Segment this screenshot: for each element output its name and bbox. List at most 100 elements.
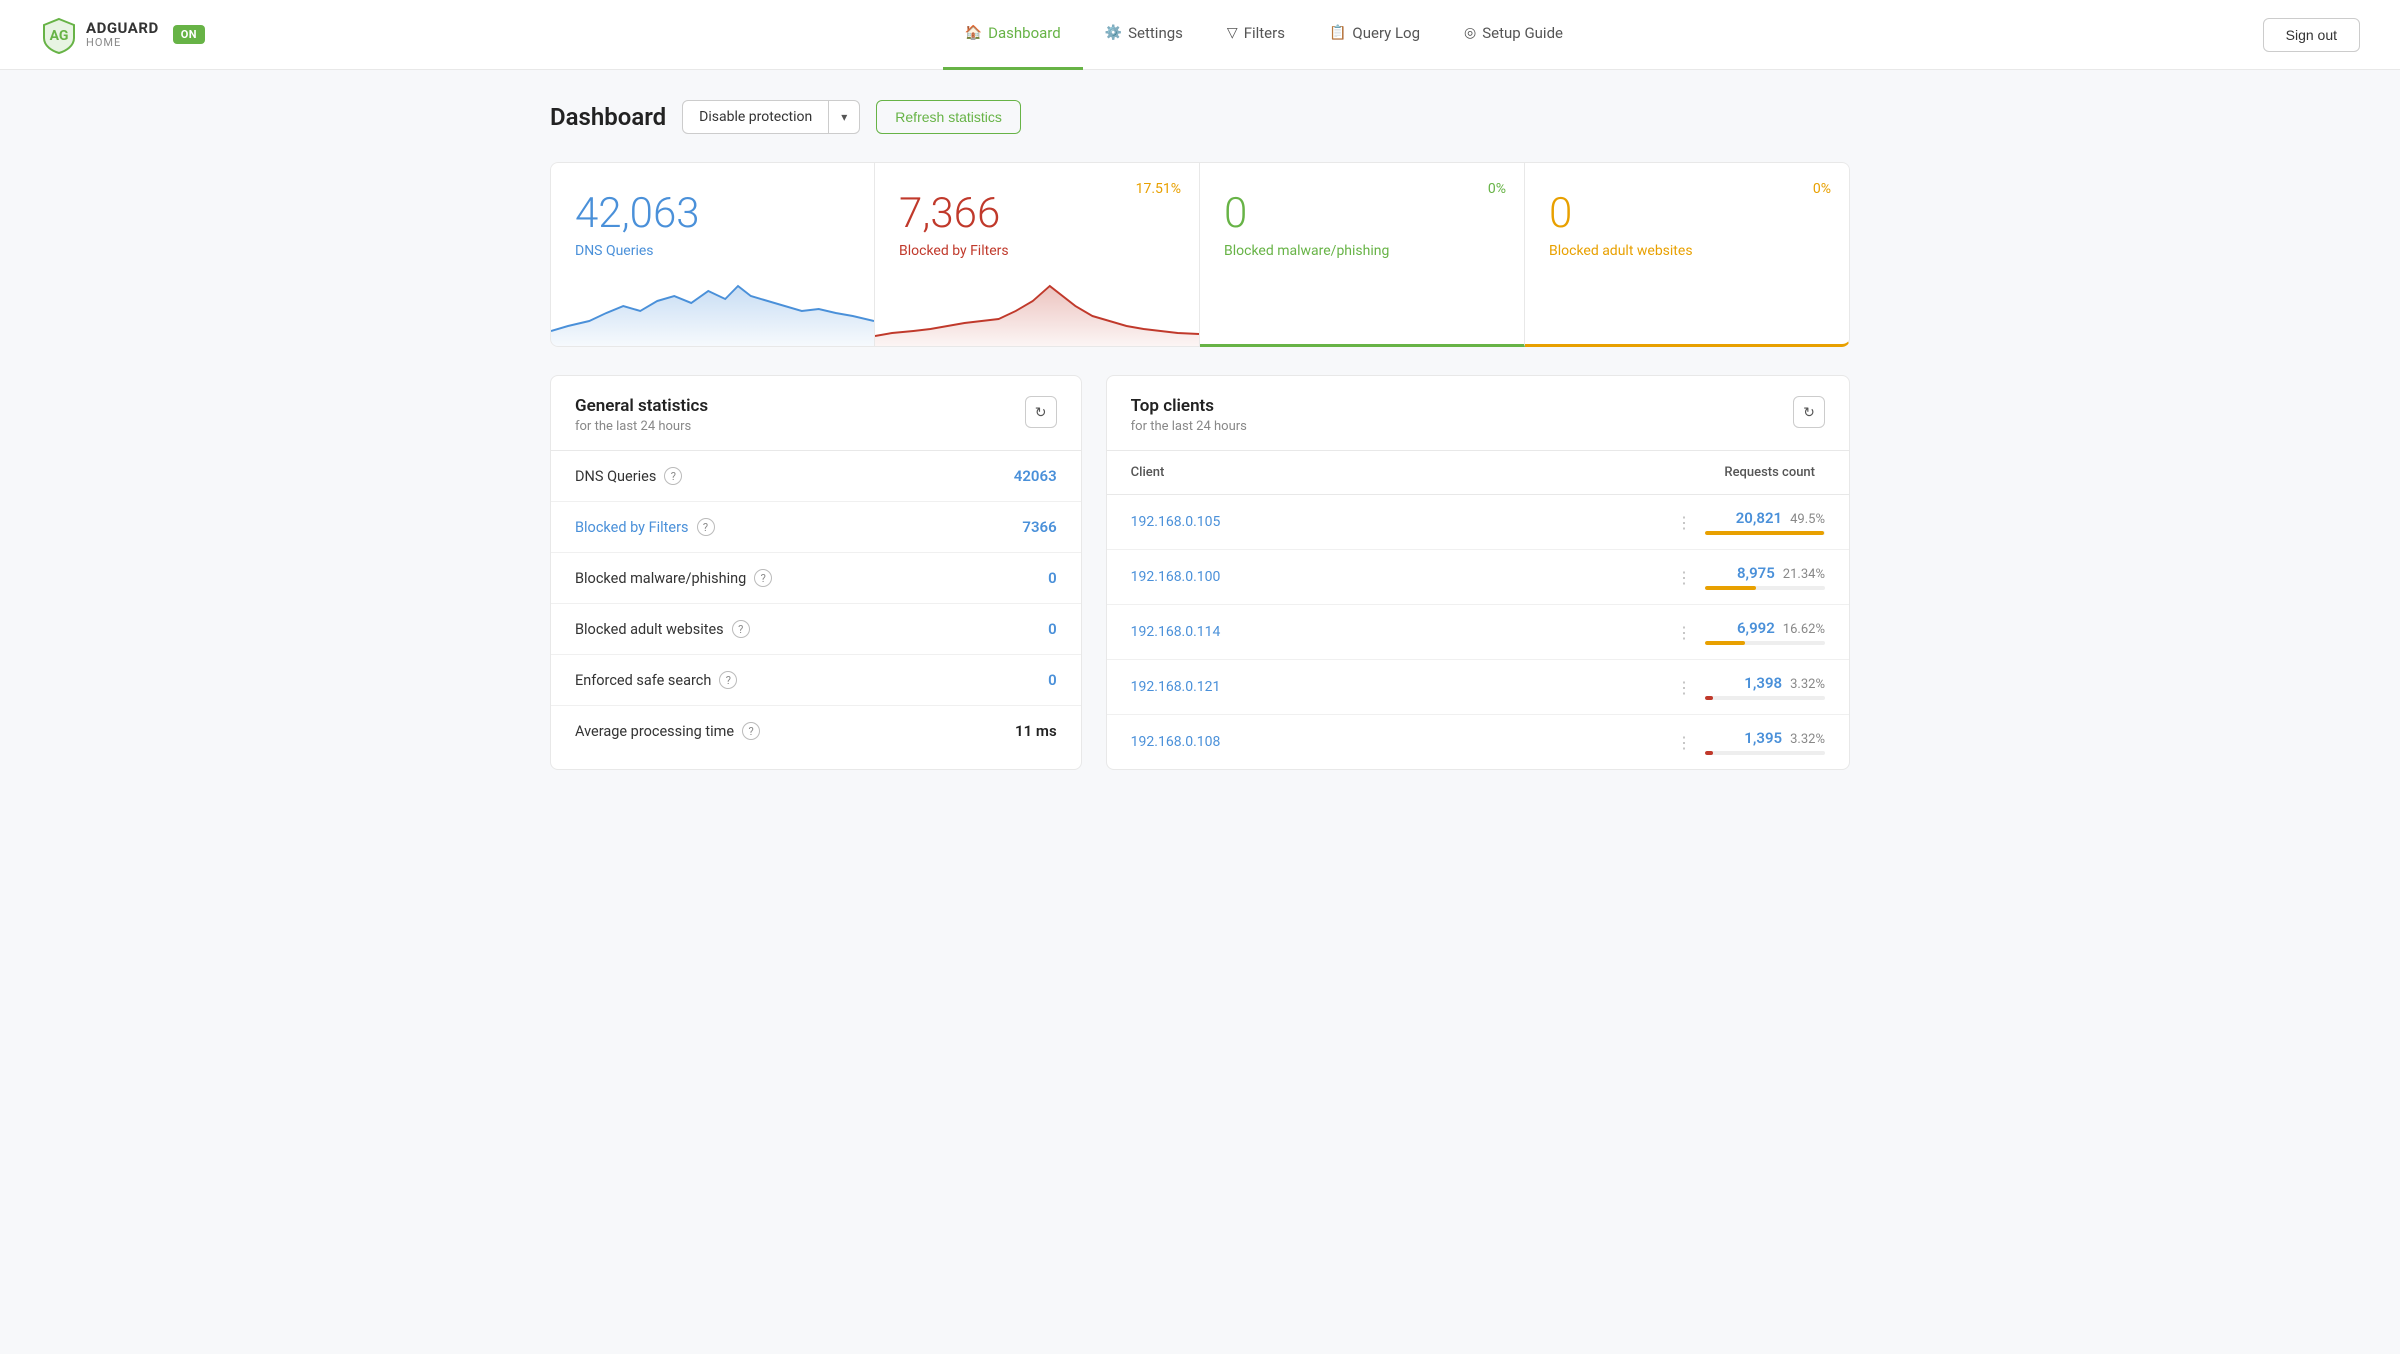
logo-area: AG ADGUARD HOME ON <box>40 16 205 54</box>
blocked-adult-label: Blocked adult websites <box>1549 243 1825 271</box>
stat-row: Enforced safe search ? 0 <box>551 655 1081 706</box>
stat-row: Blocked adult websites ? 0 <box>551 604 1081 655</box>
general-stats-refresh-button[interactable]: ↻ <box>1025 396 1057 428</box>
refresh-statistics-button[interactable]: Refresh statistics <box>876 100 1021 134</box>
client-count-area: 20,821 49.5% <box>1705 509 1825 535</box>
dns-queries-chart <box>551 271 874 346</box>
nav-filters-label: Filters <box>1244 24 1285 42</box>
header: AG ADGUARD HOME ON 🏠 Dashboard ⚙️ Settin… <box>0 0 2400 70</box>
top-clients-refresh-button[interactable]: ↻ <box>1793 396 1825 428</box>
blocked-filters-label: Blocked by Filters <box>899 243 1175 271</box>
help-icon[interactable]: ? <box>732 620 750 638</box>
client-menu-button[interactable]: ⋮ <box>1676 733 1693 752</box>
nav-dashboard[interactable]: 🏠 Dashboard <box>943 0 1083 70</box>
disable-protection-button[interactable]: Disable protection ▾ <box>682 100 860 134</box>
filters-icon: ▽ <box>1227 25 1238 41</box>
client-menu-button[interactable]: ⋮ <box>1676 623 1693 642</box>
stat-card-blocked-filters: 17.51% 7,366 Blocked by Filters <box>875 162 1200 347</box>
dns-queries-label: DNS Queries <box>575 243 850 271</box>
top-clients-panel: Top clients for the last 24 hours ↻ Clie… <box>1106 375 1850 770</box>
client-count-top: 20,821 49.5% <box>1736 509 1825 527</box>
client-bar-track <box>1705 751 1825 755</box>
client-bar-fill <box>1705 751 1713 755</box>
nav-filters[interactable]: ▽ Filters <box>1205 0 1307 70</box>
general-stats-title: General statistics <box>575 396 708 416</box>
client-ip[interactable]: 192.168.0.108 <box>1131 734 1664 750</box>
stat-row-label: Blocked malware/phishing ? <box>575 569 772 587</box>
stat-card-dns-queries: 42,063 DNS Queries <box>550 162 875 347</box>
help-icon[interactable]: ? <box>754 569 772 587</box>
stats-cards-grid: 42,063 DNS Queries 17.51% 7,366 <box>550 162 1850 347</box>
col-requests-label: Requests count <box>1724 465 1825 480</box>
stat-row-label: Average processing time ? <box>575 722 760 740</box>
general-stats-rows: DNS Queries ? 42063 Blocked by Filters ?… <box>551 451 1081 756</box>
client-menu-button[interactable]: ⋮ <box>1676 513 1693 532</box>
main-nav: 🏠 Dashboard ⚙️ Settings ▽ Filters 📋 Quer… <box>265 0 2263 70</box>
client-bar-fill <box>1705 586 1756 590</box>
query-log-icon: 📋 <box>1329 25 1346 41</box>
client-bar-fill <box>1705 641 1745 645</box>
page-content: Dashboard Disable protection ▾ Refresh s… <box>500 70 1900 800</box>
client-percent: 16.62% <box>1783 622 1825 637</box>
help-icon[interactable]: ? <box>664 467 682 485</box>
client-count-area: 1,395 3.32% <box>1705 729 1825 755</box>
setup-guide-icon: ◎ <box>1464 25 1476 41</box>
client-ip[interactable]: 192.168.0.105 <box>1131 514 1664 530</box>
client-percent: 3.32% <box>1790 677 1825 692</box>
blocked-filters-percentage: 17.51% <box>1136 181 1181 197</box>
stat-row-label: Blocked adult websites ? <box>575 620 750 638</box>
stat-row-value: 42063 <box>1014 467 1057 485</box>
dashboard-icon: 🏠 <box>965 25 982 41</box>
stat-row-label[interactable]: Blocked by Filters ? <box>575 518 715 536</box>
nav-query-log-label: Query Log <box>1352 24 1420 42</box>
client-row: 192.168.0.108 ⋮ 1,395 3.32% <box>1107 715 1849 769</box>
client-row: 192.168.0.100 ⋮ 8,975 21.34% <box>1107 550 1849 605</box>
client-count: 1,395 <box>1744 729 1782 747</box>
nav-setup-guide[interactable]: ◎ Setup Guide <box>1442 0 1585 70</box>
client-menu-button[interactable]: ⋮ <box>1676 678 1693 697</box>
stat-row: Average processing time ? 11 ms <box>551 706 1081 756</box>
help-icon[interactable]: ? <box>697 518 715 536</box>
stat-row: Blocked by Filters ? 7366 <box>551 502 1081 553</box>
clients-table-header: Client Requests count <box>1107 451 1849 495</box>
client-ip[interactable]: 192.168.0.114 <box>1131 624 1664 640</box>
chevron-down-icon: ▾ <box>829 102 859 132</box>
help-icon[interactable]: ? <box>742 722 760 740</box>
nav-settings-label: Settings <box>1128 24 1183 42</box>
help-icon[interactable]: ? <box>719 671 737 689</box>
top-clients-title-area: Top clients for the last 24 hours <box>1131 396 1247 434</box>
client-count: 6,992 <box>1737 619 1775 637</box>
sign-out-button[interactable]: Sign out <box>2263 18 2360 52</box>
client-menu-button[interactable]: ⋮ <box>1676 568 1693 587</box>
client-bar-track <box>1705 641 1825 645</box>
nav-settings[interactable]: ⚙️ Settings <box>1083 0 1205 70</box>
stat-row-label: Enforced safe search ? <box>575 671 737 689</box>
svg-text:AG: AG <box>50 28 69 44</box>
clients-rows: 192.168.0.105 ⋮ 20,821 49.5% 192.168.0.1… <box>1107 495 1849 769</box>
general-stats-title-area: General statistics for the last 24 hours <box>575 396 708 434</box>
col-client-label: Client <box>1131 465 1725 480</box>
nav-setup-guide-label: Setup Guide <box>1482 24 1563 42</box>
blocked-filters-chart <box>875 271 1199 346</box>
nav-query-log[interactable]: 📋 Query Log <box>1307 0 1442 70</box>
nav-dashboard-label: Dashboard <box>988 24 1061 42</box>
client-count-top: 1,395 3.32% <box>1744 729 1825 747</box>
stat-row-value: 11 ms <box>1015 722 1057 740</box>
bottom-grid: General statistics for the last 24 hours… <box>550 375 1850 770</box>
stat-row-value: 7366 <box>1022 518 1056 536</box>
stat-row-value: 0 <box>1048 569 1057 587</box>
blocked-malware-number: 0 <box>1224 191 1500 237</box>
client-count-top: 8,975 21.34% <box>1737 564 1825 582</box>
client-bar-track <box>1705 696 1825 700</box>
stat-row: Blocked malware/phishing ? 0 <box>551 553 1081 604</box>
blocked-malware-label: Blocked malware/phishing <box>1224 243 1500 271</box>
logo-brand: ADGUARD <box>86 20 159 37</box>
client-count-area: 6,992 16.62% <box>1705 619 1825 645</box>
page-header: Dashboard Disable protection ▾ Refresh s… <box>550 100 1850 134</box>
client-count: 1,398 <box>1744 674 1782 692</box>
client-ip[interactable]: 192.168.0.100 <box>1131 569 1664 585</box>
client-percent: 49.5% <box>1790 512 1825 527</box>
general-stats-subtitle: for the last 24 hours <box>575 419 708 434</box>
disable-protection-label: Disable protection <box>683 101 829 133</box>
client-ip[interactable]: 192.168.0.121 <box>1131 679 1664 695</box>
